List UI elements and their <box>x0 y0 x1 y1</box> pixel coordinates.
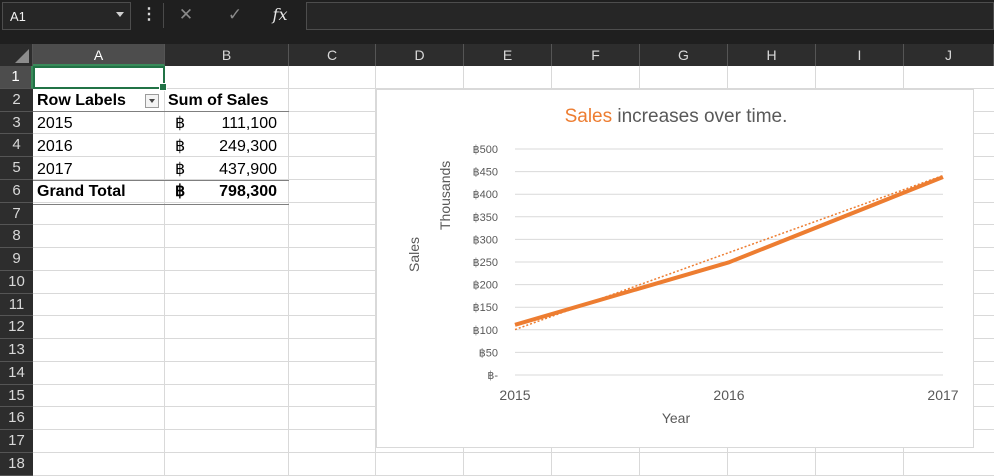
pivot-border-line <box>33 111 289 112</box>
column-header-c[interactable]: C <box>289 44 376 66</box>
y-tick-label: ฿400 <box>473 189 498 201</box>
pivot-header-sum[interactable]: Sum of Sales <box>168 90 268 112</box>
column-header-f[interactable]: F <box>552 44 640 66</box>
chevron-down-icon <box>149 99 155 103</box>
row-header-3[interactable]: 3 <box>0 111 33 135</box>
column-header-g[interactable]: G <box>640 44 728 66</box>
y-tick-label: ฿250 <box>473 257 498 269</box>
x-tick-label: 2017 <box>927 387 958 403</box>
pivot-row-currency: ฿ <box>175 115 186 132</box>
row-header-4[interactable]: 4 <box>0 134 33 157</box>
row-header-10[interactable]: 10 <box>0 270 33 294</box>
grid-row-line <box>33 474 994 476</box>
x-tick-label: 2016 <box>713 387 744 403</box>
pivot-header-row-labels[interactable]: Row Labels <box>37 90 126 112</box>
y-tick-label: ฿50 <box>479 347 498 359</box>
row-header-1[interactable]: 1 <box>0 66 33 89</box>
row-header-16[interactable]: 16 <box>0 407 33 430</box>
select-all-icon <box>15 49 29 63</box>
y-tick-label: ฿500 <box>473 144 498 156</box>
formula-bar-gap <box>0 31 994 44</box>
column-header-d[interactable]: D <box>376 44 464 66</box>
pivot-row-label[interactable]: 2016 <box>37 136 73 158</box>
line-chart[interactable]: Sales increases over time. Sales Thousan… <box>376 89 974 448</box>
row-header-17[interactable]: 17 <box>0 430 33 453</box>
row-header-5[interactable]: 5 <box>0 157 33 180</box>
row-header-13[interactable]: 13 <box>0 339 33 362</box>
plot-area: ฿- ฿50 ฿100 ฿150 ฿200 ฿250 ฿300 ฿350 ฿400 ฿450 ฿50… <box>473 144 959 403</box>
column-header-b[interactable]: B <box>165 44 289 66</box>
column-header-h[interactable]: H <box>728 44 816 66</box>
select-all-button[interactable] <box>0 44 33 66</box>
y-tick-label: ฿100 <box>473 325 498 337</box>
insert-function-icon[interactable]: fx <box>268 4 292 26</box>
column-header-j[interactable]: J <box>904 44 994 66</box>
y-tick-label: ฿450 <box>473 167 498 179</box>
chevron-down-icon[interactable] <box>116 12 124 17</box>
row-header-9[interactable]: 9 <box>0 248 33 271</box>
y-tick-label: ฿- <box>487 370 498 382</box>
pivot-row-value[interactable]: 249,300 <box>186 136 277 158</box>
row-header-12[interactable]: 12 <box>0 316 33 339</box>
row-header-7[interactable]: 7 <box>0 202 33 226</box>
grid-row-line <box>33 451 994 453</box>
pivot-border-line <box>33 180 289 181</box>
cancel-icon[interactable]: ✕ <box>175 4 197 26</box>
y-tick-label: ฿150 <box>473 302 498 314</box>
pivot-row-currency: ฿ <box>175 137 186 155</box>
pivot-row-label[interactable]: 2017 <box>37 159 73 181</box>
grid-column-line <box>288 66 289 476</box>
series-line <box>514 175 944 327</box>
column-header-i[interactable]: I <box>816 44 904 66</box>
row-header-18[interactable]: 18 <box>0 452 33 476</box>
row-header-15[interactable]: 15 <box>0 384 33 408</box>
y-tick-label: ฿200 <box>473 280 498 292</box>
row-header-2[interactable]: 2 <box>0 88 33 112</box>
column-header-a[interactable]: A <box>33 44 165 66</box>
fill-handle[interactable] <box>159 83 167 91</box>
divider <box>163 3 164 28</box>
formula-input[interactable] <box>306 2 994 30</box>
pivot-border-line <box>33 204 289 205</box>
pivot-row-value[interactable]: 437,900 <box>186 159 277 181</box>
grid-column-line <box>164 66 165 476</box>
y-tick-label: ฿350 <box>473 212 498 224</box>
pivot-row-currency: ฿ <box>175 160 186 178</box>
name-box[interactable]: A1 <box>2 2 131 30</box>
name-box-value: A1 <box>10 9 26 24</box>
more-options-icon[interactable]: ⋮ <box>141 4 157 26</box>
enter-icon[interactable]: ✓ <box>224 4 246 26</box>
row-header-8[interactable]: 8 <box>0 225 33 248</box>
y-tick-label: ฿300 <box>473 234 498 246</box>
pivot-total-value[interactable]: 798,300 <box>186 181 277 203</box>
column-header-e[interactable]: E <box>464 44 552 66</box>
pivot-row-label[interactable]: 2015 <box>37 113 73 135</box>
pivot-total-currency: ฿ <box>175 183 186 200</box>
pivot-row-value[interactable]: 111,100 <box>186 113 277 135</box>
row-header-14[interactable]: 14 <box>0 361 33 385</box>
pivot-total-label[interactable]: Grand Total <box>37 181 126 203</box>
row-header-11[interactable]: 11 <box>0 293 33 317</box>
filter-dropdown-button[interactable] <box>145 94 159 108</box>
active-cell-cursor[interactable] <box>33 66 167 91</box>
row-header-6[interactable]: 6 <box>0 179 33 203</box>
x-tick-label: 2015 <box>499 387 530 403</box>
formula-bar: A1 ⋮ ✕ ✓ fx <box>0 0 994 31</box>
